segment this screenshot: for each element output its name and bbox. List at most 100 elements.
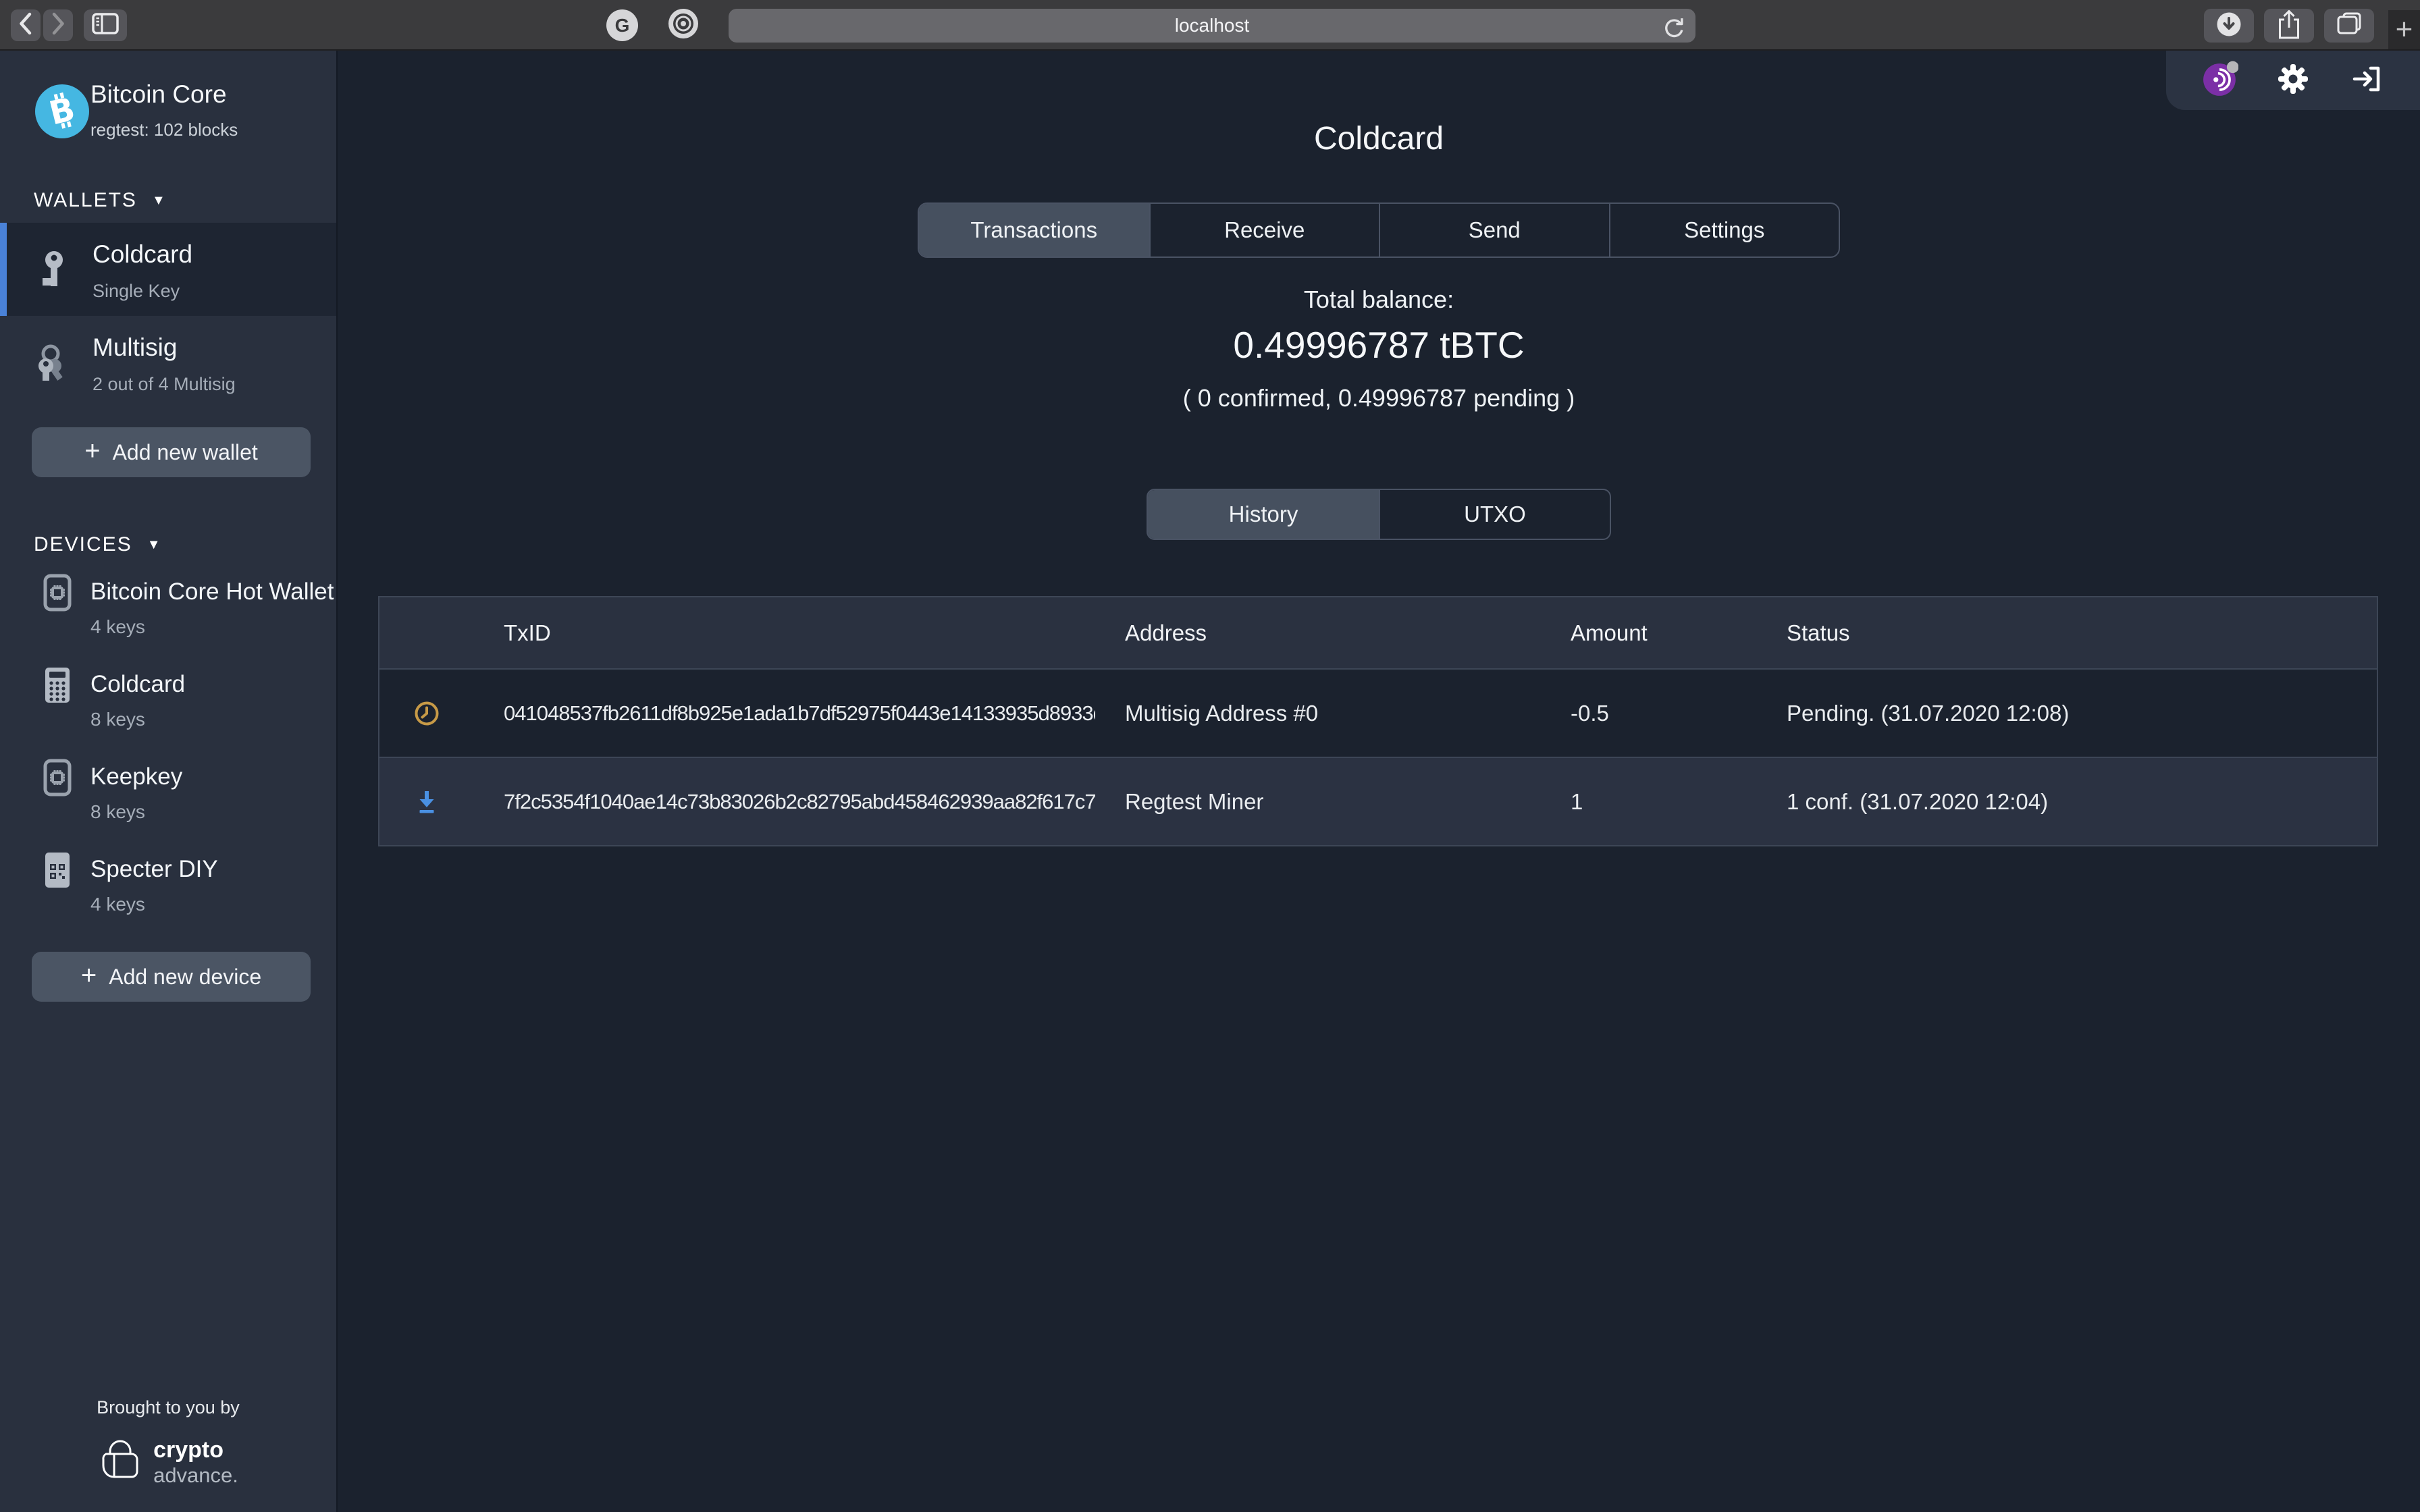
column-header-amount: Amount <box>1541 620 1757 646</box>
extension-rings-button[interactable] <box>667 9 699 41</box>
wallet-type: Single Key <box>93 281 180 302</box>
sidebar-item-device-keepkey[interactable]: Keepkey 8 keys <box>0 749 336 841</box>
device-name: Coldcard <box>90 671 185 698</box>
devices-header-label: DEVICES <box>34 533 132 556</box>
wallet-tabs: Transactions Receive Send Settings <box>918 202 1840 258</box>
amount-cell: 1 <box>1541 789 1757 815</box>
brand-suffix-text: advance. <box>153 1463 238 1488</box>
rings-icon <box>667 7 700 43</box>
node-status: regtest: 102 blocks <box>90 119 238 140</box>
device-name: Bitcoin Core Hot Wallet <box>90 578 334 605</box>
extension-g-glyph: G <box>615 15 630 36</box>
tab-transactions[interactable]: Transactions <box>919 204 1149 256</box>
plus-icon: + <box>2396 10 2413 49</box>
column-header-address: Address <box>1095 620 1541 646</box>
add-new-device-button[interactable]: + Add new device <box>32 952 311 1002</box>
page-title: Coldcard <box>338 120 2420 157</box>
qr-device-icon <box>42 850 73 893</box>
browser-tabs-button[interactable] <box>2324 9 2374 43</box>
tab-send[interactable]: Send <box>1379 204 1609 256</box>
caret-down-icon: ▼ <box>152 193 167 209</box>
tab-settings[interactable]: Settings <box>1609 204 1839 256</box>
address-bar[interactable]: localhost <box>729 9 1695 43</box>
balance-detail: ( 0 confirmed, 0.49996787 pending ) <box>338 384 2420 412</box>
sidebar-item-wallet-coldcard[interactable]: Coldcard Single Key <box>0 223 336 316</box>
add-wallet-label: Add new wallet <box>113 440 258 465</box>
table-row[interactable]: 7f2c5354f1040ae14c73b83026b2c82795abd458… <box>379 757 2377 845</box>
browser-new-tab-button[interactable]: + <box>2388 10 2420 49</box>
balance-label: Total balance: <box>338 286 2420 314</box>
single-key-icon <box>38 250 68 292</box>
browser-share-button[interactable] <box>2264 9 2314 43</box>
browser-back-button[interactable] <box>11 9 41 41</box>
sidebar-item-wallet-multisig[interactable]: Multisig 2 out of 4 Multisig <box>0 316 336 409</box>
card-chip-icon <box>42 573 73 616</box>
reload-icon[interactable] <box>1660 14 1686 43</box>
sidebar-item-device-coldcard[interactable]: Coldcard 8 keys <box>0 656 336 749</box>
wallet-name: Multisig <box>93 333 177 362</box>
cryptoadvance-logo-icon <box>98 1438 142 1487</box>
plus-icon: + <box>84 437 100 464</box>
wallet-name: Coldcard <box>93 240 192 269</box>
tab-receive[interactable]: Receive <box>1149 204 1379 256</box>
device-keys: 4 keys <box>90 616 145 638</box>
column-header-txid: TxID <box>474 620 1095 646</box>
sidebar-footer: Brought to you by crypto advance. <box>0 1397 336 1488</box>
txid-cell: 041048537fb2611df8b925e1ada1b7df52975f04… <box>474 701 1095 726</box>
history-utxo-toggle: History UTXO <box>1147 489 1611 540</box>
toggle-utxo[interactable]: UTXO <box>1379 490 1610 539</box>
devices-section-header[interactable]: DEVICES ▼ <box>34 533 162 556</box>
sidebar-item-device-hot-wallet[interactable]: Bitcoin Core Hot Wallet 4 keys <box>0 564 336 656</box>
wallets-header-label: WALLETS <box>34 189 137 212</box>
brand-name-text: crypto <box>153 1437 238 1463</box>
chevron-right-icon <box>49 11 67 40</box>
device-keys: 4 keys <box>90 894 145 915</box>
column-header-status: Status <box>1757 620 2377 646</box>
extension-g-button[interactable]: G <box>606 9 638 41</box>
transactions-table: TxID Address Amount Status 041048537fb26… <box>378 596 2378 846</box>
wallets-section-header[interactable]: WALLETS ▼ <box>34 189 167 212</box>
browser-sidebar-toggle-button[interactable] <box>84 9 127 41</box>
status-cell: Pending. (31.07.2020 12:08) <box>1757 701 2377 726</box>
sidebar: B Bitcoin Core regtest: 102 blocks WALLE… <box>0 51 338 1512</box>
main-content: Coldcard Transactions Receive Send Setti… <box>338 51 2420 1512</box>
calculator-icon <box>42 666 73 708</box>
status-cell: 1 conf. (31.07.2020 12:04) <box>1757 789 2377 815</box>
bitcoin-logo-icon: B <box>35 84 89 142</box>
device-name: Specter DIY <box>90 856 218 883</box>
address-cell: Multisig Address #0 <box>1095 701 1541 726</box>
plus-icon: + <box>81 962 97 989</box>
tabs-overview-icon <box>2335 11 2363 40</box>
browser-forward-button[interactable] <box>43 9 73 41</box>
txid-cell: 7f2c5354f1040ae14c73b83026b2c82795abd458… <box>474 790 1095 814</box>
url-text: localhost <box>1175 15 1250 36</box>
table-row[interactable]: 041048537fb2611df8b925e1ada1b7df52975f04… <box>379 668 2377 757</box>
pending-clock-icon <box>379 700 474 727</box>
sidebar-panel-icon <box>91 12 120 38</box>
add-device-label: Add new device <box>109 965 261 990</box>
address-cell: Regtest Miner <box>1095 789 1541 815</box>
table-header-row: TxID Address Amount Status <box>379 597 2377 668</box>
received-download-icon <box>379 788 474 816</box>
amount-cell: -0.5 <box>1541 701 1757 726</box>
cryptoadvance-brand-link[interactable]: crypto advance. <box>98 1437 238 1488</box>
caret-down-icon: ▼ <box>147 537 162 553</box>
device-name: Keepkey <box>90 763 182 790</box>
download-circle-icon <box>2213 9 2244 43</box>
chevron-left-icon <box>17 11 34 40</box>
toggle-history[interactable]: History <box>1148 490 1379 539</box>
device-keys: 8 keys <box>90 709 145 730</box>
sidebar-item-device-specter-diy[interactable]: Specter DIY 4 keys <box>0 841 336 934</box>
wallet-type: 2 out of 4 Multisig <box>93 374 236 395</box>
node-name: Bitcoin Core <box>90 80 227 109</box>
card-chip-icon <box>42 758 73 801</box>
browser-chrome: G localhost + <box>0 0 2420 51</box>
device-keys: 8 keys <box>90 801 145 823</box>
selected-indicator <box>0 223 7 316</box>
share-icon <box>2276 9 2303 43</box>
footer-tagline: Brought to you by <box>0 1397 336 1418</box>
browser-downloads-button[interactable] <box>2204 9 2254 43</box>
balance-value: 0.49996787 tBTC <box>338 323 2420 367</box>
multisig-keys-icon <box>34 343 66 385</box>
add-new-wallet-button[interactable]: + Add new wallet <box>32 427 311 477</box>
